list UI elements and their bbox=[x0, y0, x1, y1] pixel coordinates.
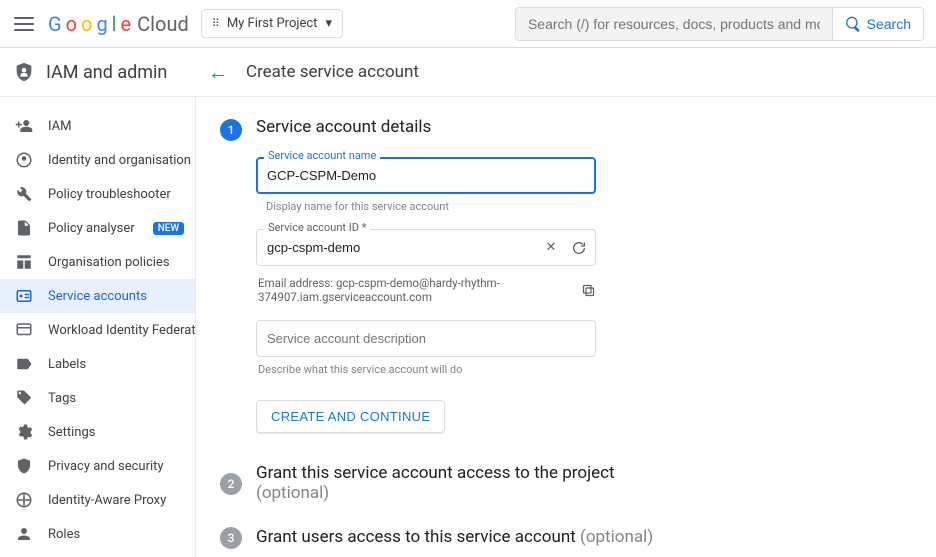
step-1-circle: 1 bbox=[220, 119, 242, 141]
sidebar-item-iam[interactable]: IAM bbox=[0, 109, 195, 143]
hamburger-menu-icon[interactable] bbox=[12, 12, 36, 36]
page-title: Create service account bbox=[246, 62, 419, 82]
sidebar-item-troubleshooter[interactable]: Policy troubleshooter bbox=[0, 177, 195, 211]
step-1-header: 1 Service account details bbox=[220, 117, 936, 141]
project-picker[interactable]: ⠿ My First Project ▾ bbox=[201, 9, 343, 38]
step-2-header[interactable]: 2 Grant this service account access to t… bbox=[220, 463, 936, 503]
id-field-label: Service account ID * bbox=[264, 221, 370, 234]
copy-icon[interactable] bbox=[581, 281, 596, 299]
step-2-circle: 2 bbox=[220, 473, 242, 495]
email-row: Email address: gcp-cspm-demo@hardy-rhyth… bbox=[258, 276, 596, 304]
sidebar-item-iap[interactable]: Identity-Aware Proxy bbox=[0, 483, 195, 517]
sidebar-item-label: Roles bbox=[48, 527, 80, 542]
back-arrow-icon[interactable]: ← bbox=[208, 60, 228, 85]
workload-icon bbox=[14, 320, 34, 340]
step-3-circle: 3 bbox=[220, 527, 242, 549]
sidebar-item-label: Policy analyser bbox=[48, 221, 135, 236]
clear-icon[interactable]: ✕ bbox=[542, 239, 560, 257]
search-input[interactable] bbox=[515, 7, 833, 41]
sidebar-item-label: Service accounts bbox=[48, 289, 147, 304]
new-badge: NEW bbox=[153, 222, 185, 235]
service-account-id-field: Service account ID * ✕ bbox=[256, 229, 596, 266]
sidebar-item-label: Workload Identity Federat... bbox=[48, 323, 195, 338]
search-icon bbox=[845, 16, 861, 32]
step-1-title: Service account details bbox=[256, 117, 431, 137]
sidebar-item-roles[interactable]: Roles bbox=[0, 517, 195, 551]
service-account-id-input[interactable] bbox=[267, 240, 559, 255]
sidebar-item-privacy[interactable]: Privacy and security bbox=[0, 449, 195, 483]
service-account-name-input[interactable] bbox=[267, 168, 559, 183]
step-3-title: Grant users access to this service accou… bbox=[256, 527, 653, 547]
service-account-name-field: Service account name Display name for th… bbox=[256, 157, 596, 213]
tag-icon bbox=[14, 388, 34, 408]
sidebar-item-audit-logs[interactable]: Audit logs bbox=[0, 551, 195, 557]
sidebar-item-label: Settings bbox=[48, 425, 95, 440]
identity-icon bbox=[14, 150, 34, 170]
search-container: Search bbox=[515, 7, 924, 41]
privacy-icon bbox=[14, 456, 34, 476]
step-3-header[interactable]: 3 Grant users access to this service acc… bbox=[220, 525, 936, 549]
shield-icon bbox=[12, 60, 36, 84]
top-bar: Google Cloud ⠿ My First Project ▾ Search bbox=[0, 0, 936, 48]
section-header: IAM and admin ← Create service account bbox=[0, 48, 936, 96]
wrench-icon bbox=[14, 184, 34, 204]
name-helper-text: Display name for this service account bbox=[266, 200, 596, 213]
sidebar-item-label: Labels bbox=[48, 357, 86, 372]
sidebar-item-label: IAM bbox=[48, 119, 71, 134]
step-1-form: Service account name Display name for th… bbox=[256, 157, 596, 433]
policy-icon bbox=[14, 218, 34, 238]
product-title: IAM and admin bbox=[46, 62, 167, 83]
label-icon bbox=[14, 354, 34, 374]
sidebar-item-identity[interactable]: Identity and organisation bbox=[0, 143, 195, 177]
main-content: 1 Service account details Service accoun… bbox=[196, 97, 936, 557]
sidebar-item-tags[interactable]: Tags bbox=[0, 381, 195, 415]
sidebar-item-policy-analyser[interactable]: Policy analyser NEW bbox=[0, 211, 195, 245]
step-2-title: Grant this service account access to the… bbox=[256, 463, 615, 503]
person-add-icon bbox=[14, 116, 34, 136]
sidebar-item-label: Organisation policies bbox=[48, 255, 170, 270]
chevron-down-icon: ▾ bbox=[325, 16, 332, 31]
body-row: IAM Identity and organisation Policy tro… bbox=[0, 97, 936, 557]
project-dots-icon: ⠿ bbox=[212, 17, 219, 30]
sidebar-item-label: Privacy and security bbox=[48, 459, 164, 474]
service-account-description-input[interactable] bbox=[256, 320, 596, 357]
name-field-label: Service account name bbox=[264, 149, 380, 162]
sidebar-item-label: Identity and organisation bbox=[48, 153, 191, 168]
google-cloud-logo[interactable]: Google Cloud bbox=[48, 12, 189, 36]
refresh-icon[interactable] bbox=[570, 239, 588, 257]
sidebar-item-label: Policy troubleshooter bbox=[48, 187, 171, 202]
roles-icon bbox=[14, 524, 34, 544]
search-button[interactable]: Search bbox=[833, 7, 924, 41]
gear-icon bbox=[14, 422, 34, 442]
create-and-continue-button[interactable]: CREATE AND CONTINUE bbox=[256, 400, 445, 433]
sidebar-item-settings[interactable]: Settings bbox=[0, 415, 195, 449]
sidebar-item-label: Identity-Aware Proxy bbox=[48, 493, 166, 508]
project-picker-label: My First Project bbox=[227, 16, 318, 31]
service-account-icon bbox=[14, 286, 34, 306]
sidebar-item-service-accounts[interactable]: Service accounts bbox=[0, 279, 195, 313]
sidebar-item-label: Tags bbox=[48, 391, 76, 406]
iap-icon bbox=[14, 490, 34, 510]
sidebar-item-org-policies[interactable]: Organisation policies bbox=[0, 245, 195, 279]
sidebar-item-workload-identity[interactable]: Workload Identity Federat... bbox=[0, 313, 195, 347]
sidebar-item-labels[interactable]: Labels bbox=[0, 347, 195, 381]
desc-helper-text: Describe what this service account will … bbox=[258, 363, 596, 376]
org-icon bbox=[14, 252, 34, 272]
sidebar: IAM Identity and organisation Policy tro… bbox=[0, 97, 196, 557]
